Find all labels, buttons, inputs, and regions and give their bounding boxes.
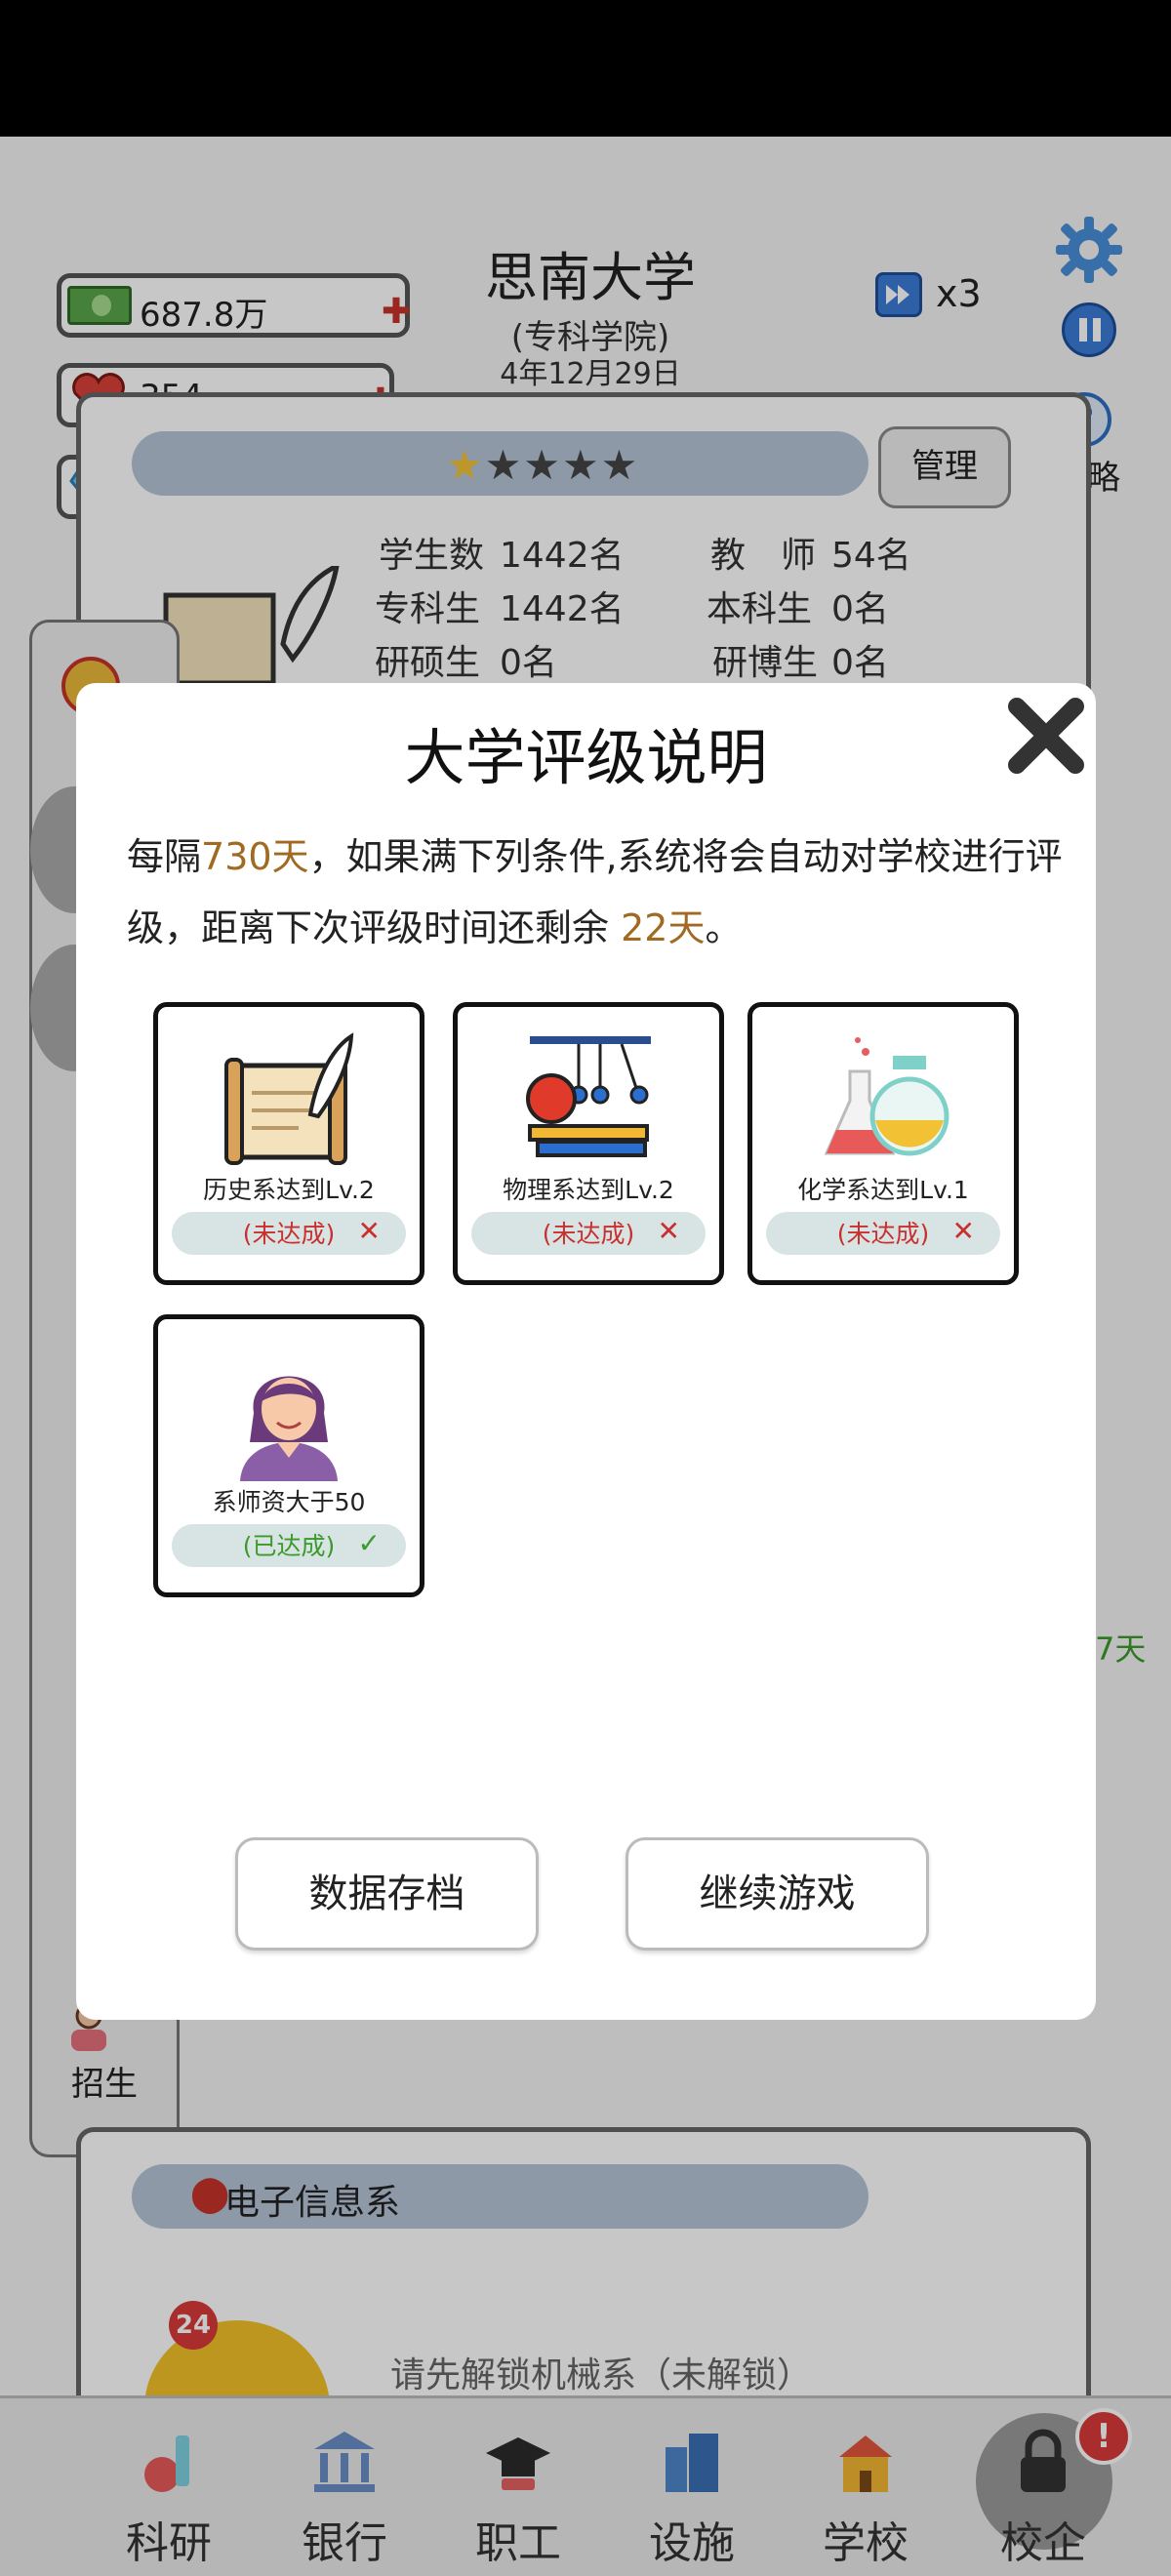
continue-game-button[interactable]: 继续游戏 bbox=[626, 1837, 929, 1951]
scroll-icon bbox=[221, 1032, 357, 1169]
desc-prefix: 每隔 bbox=[127, 835, 202, 878]
condition-name: 化学系达到Lv.1 bbox=[797, 1176, 969, 1204]
condition-status-pill: (未达成) ✕ bbox=[766, 1212, 1000, 1255]
fail-x-icon: ✕ bbox=[657, 1215, 680, 1247]
fail-x-icon: ✕ bbox=[951, 1215, 975, 1247]
condition-card-history: 历史系达到Lv.2 (未达成) ✕ bbox=[153, 1002, 424, 1285]
condition-status-pill: (已达成) ✓ bbox=[172, 1524, 406, 1567]
desc-interval: 730天 bbox=[201, 835, 309, 878]
save-data-button[interactable]: 数据存档 bbox=[235, 1837, 539, 1951]
desc-suffix: 。 bbox=[705, 906, 743, 949]
close-icon[interactable] bbox=[1005, 695, 1087, 777]
condition-status-pill: (未达成) ✕ bbox=[172, 1212, 406, 1255]
fail-x-icon: ✕ bbox=[357, 1215, 381, 1247]
condition-card-teachers: 系师资大于50 (已达成) ✓ bbox=[153, 1314, 424, 1597]
teacher-icon bbox=[221, 1345, 357, 1481]
condition-name: 物理系达到Lv.2 bbox=[503, 1176, 674, 1204]
desc-remaining: 22天 bbox=[621, 906, 706, 949]
check-icon: ✓ bbox=[357, 1527, 381, 1559]
condition-card-chemistry: 化学系达到Lv.1 (未达成) ✕ bbox=[747, 1002, 1019, 1285]
physics-icon bbox=[520, 1032, 657, 1169]
condition-name: 历史系达到Lv.2 bbox=[203, 1176, 375, 1204]
condition-status-pill: (未达成) ✕ bbox=[471, 1212, 706, 1255]
rating-modal: 大学评级说明 每隔730天，如果满下列条件,系统将会自动对学校进行评级，距离下次… bbox=[76, 683, 1096, 2020]
condition-card-physics: 物理系达到Lv.2 (未达成) ✕ bbox=[453, 1002, 724, 1285]
modal-title: 大学评级说明 bbox=[404, 722, 768, 793]
condition-name: 系师资大于50 bbox=[212, 1488, 366, 1516]
modal-description: 每隔730天，如果满下列条件,系统将会自动对学校进行评级，距离下次评级时间还剩余… bbox=[127, 822, 1064, 964]
chemistry-icon bbox=[815, 1032, 951, 1169]
